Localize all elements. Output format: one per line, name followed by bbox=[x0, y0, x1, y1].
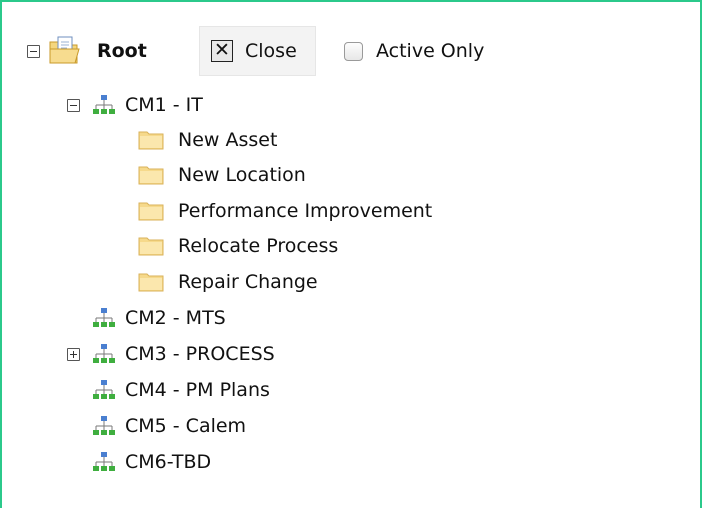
hierarchy-icon bbox=[93, 452, 115, 471]
tree-leaf-label[interactable]: Performance Improvement bbox=[178, 200, 432, 222]
close-button-label: Close bbox=[245, 40, 297, 62]
tree-node-cm3[interactable]: CM3 - PROCESS bbox=[67, 337, 275, 371]
tree-leaf-label[interactable]: New Location bbox=[178, 164, 306, 186]
root-row[interactable]: Root bbox=[27, 34, 147, 68]
tree-leaf-label[interactable]: Repair Change bbox=[178, 271, 318, 293]
tree-leaf-label[interactable]: New Asset bbox=[178, 129, 277, 151]
tree-node-label[interactable]: CM5 - Calem bbox=[125, 415, 246, 437]
tree-node-label[interactable]: CM1 - IT bbox=[125, 94, 203, 116]
tree-node-cm2[interactable]: CM2 - MTS bbox=[93, 301, 226, 335]
tree-node-label[interactable]: CM4 - PM Plans bbox=[125, 379, 270, 401]
hierarchy-icon bbox=[93, 308, 115, 327]
collapse-icon[interactable] bbox=[27, 44, 40, 58]
active-only-toggle[interactable]: Active Only bbox=[344, 34, 484, 68]
hierarchy-icon bbox=[93, 416, 115, 435]
root-label[interactable]: Root bbox=[97, 40, 147, 62]
folder-icon bbox=[138, 166, 164, 185]
tree-node-label[interactable]: CM2 - MTS bbox=[125, 307, 226, 329]
folder-icon bbox=[138, 131, 164, 150]
tree-leaf-label[interactable]: Relocate Process bbox=[178, 235, 338, 257]
tree-node-label[interactable]: CM3 - PROCESS bbox=[125, 343, 275, 365]
folder-icon bbox=[138, 202, 164, 221]
expand-icon[interactable] bbox=[67, 347, 80, 361]
tree-leaf-performance-improvement[interactable]: Performance Improvement bbox=[138, 194, 432, 228]
tree-node-cm5[interactable]: CM5 - Calem bbox=[93, 409, 246, 443]
hierarchy-icon bbox=[93, 380, 115, 399]
close-button[interactable]: ✕ Close bbox=[199, 26, 316, 76]
active-only-checkbox[interactable] bbox=[344, 41, 363, 61]
tree-node-cm4[interactable]: CM4 - PM Plans bbox=[93, 373, 270, 407]
tree-leaf-repair-change[interactable]: Repair Change bbox=[138, 265, 318, 299]
hierarchy-icon bbox=[93, 95, 115, 114]
folder-icon bbox=[138, 237, 164, 256]
tree-panel: Root ✕ Close Active Only CM1 - IT New As… bbox=[0, 0, 702, 508]
hierarchy-icon bbox=[93, 344, 115, 363]
folder-icon bbox=[138, 273, 164, 292]
tree-leaf-relocate-process[interactable]: Relocate Process bbox=[138, 229, 338, 263]
tree-leaf-new-location[interactable]: New Location bbox=[138, 158, 306, 192]
close-x-icon: ✕ bbox=[211, 39, 233, 62]
tree-node-cm1[interactable]: CM1 - IT bbox=[67, 88, 203, 122]
active-only-label: Active Only bbox=[376, 40, 485, 62]
tree-node-label[interactable]: CM6-TBD bbox=[125, 451, 211, 473]
open-folder-icon bbox=[49, 36, 80, 64]
tree-node-cm6[interactable]: CM6-TBD bbox=[93, 445, 211, 479]
tree-leaf-new-asset[interactable]: New Asset bbox=[138, 123, 277, 157]
collapse-icon[interactable] bbox=[67, 98, 80, 112]
